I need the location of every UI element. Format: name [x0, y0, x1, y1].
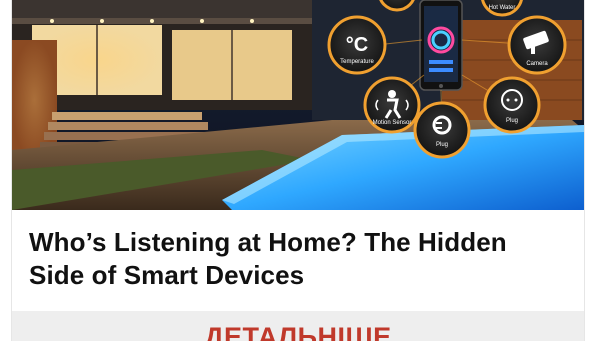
plug-icon: Plug: [413, 101, 471, 159]
svg-text:°C: °C: [346, 34, 368, 56]
svg-text:Motion Sensor: Motion Sensor: [373, 120, 412, 126]
camera-icon: Camera: [507, 15, 567, 75]
svg-text:Hot Water: Hot Water: [489, 5, 516, 11]
svg-text:Plug: Plug: [436, 142, 448, 148]
article-title[interactable]: Who’s Listening at Home? The Hidden Side…: [29, 226, 569, 292]
temperature-icon: °C Temperature: [327, 15, 387, 75]
svg-text:Temperature: Temperature: [340, 59, 374, 65]
article-card[interactable]: °C Temperature Camera Motion Sensor Plug…: [11, 0, 585, 341]
smart-home-illustration: °C Temperature Camera Motion Sensor Plug…: [12, 0, 584, 210]
svg-text:Camera: Camera: [526, 61, 548, 67]
svg-text:Plug: Plug: [506, 118, 518, 124]
details-button[interactable]: ДЕТАЛЬНІШЕ: [12, 311, 584, 341]
hero-image[interactable]: °C Temperature Camera Motion Sensor Plug…: [12, 0, 584, 210]
motion-sensor-icon: Motion Sensor: [363, 76, 421, 134]
plug-icon: Plug: [483, 76, 541, 134]
details-button-label: ДЕТАЛЬНІШЕ: [204, 322, 392, 341]
